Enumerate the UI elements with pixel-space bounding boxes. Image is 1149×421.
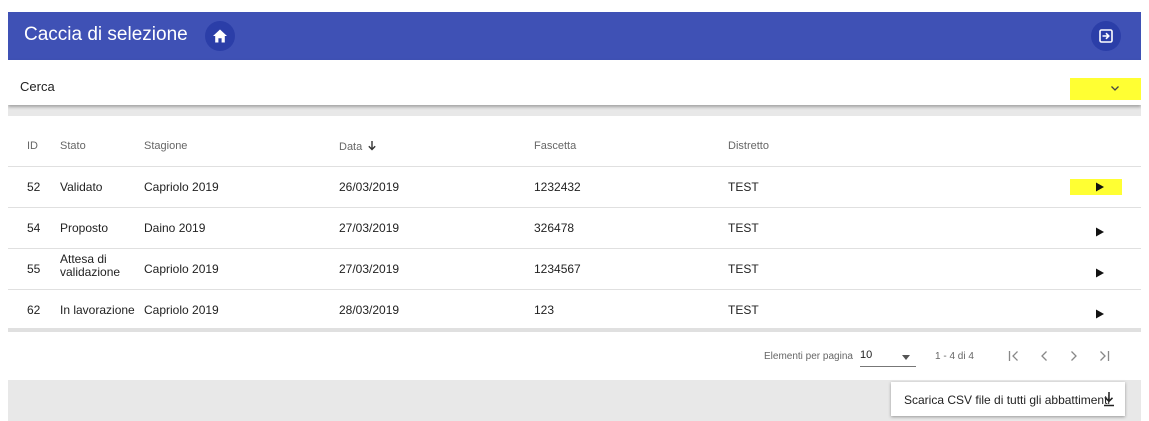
cell-stato: Attesa di validazione: [60, 253, 120, 279]
cell-fascetta: 1232432: [534, 180, 581, 194]
previous-page-icon[interactable]: [1036, 348, 1052, 364]
play-icon[interactable]: [1095, 268, 1105, 278]
app-toolbar: Caccia di selezione: [8, 12, 1141, 60]
cell-stagione: Capriolo 2019: [144, 303, 219, 317]
cell-distretto: TEST: [728, 303, 759, 317]
app-title: Caccia di selezione: [24, 24, 188, 45]
next-page-icon[interactable]: [1066, 348, 1082, 364]
cell-fascetta: 1234567: [534, 262, 581, 276]
arrow-down-icon: [368, 141, 377, 151]
chevron-down-icon[interactable]: [1108, 81, 1122, 95]
table-row[interactable]: 55 Attesa di validazione Capriolo 2019 2…: [8, 248, 1141, 289]
last-page-icon[interactable]: [1096, 348, 1112, 364]
table-row[interactable]: 62 In lavorazione Capriolo 2019 28/03/20…: [8, 289, 1141, 330]
items-per-page-label: Elementi per pagina: [764, 351, 853, 362]
cell-stagione: Daino 2019: [144, 221, 206, 235]
column-header-distretto: Distretto: [728, 140, 769, 152]
column-header-stato: Stato: [60, 140, 86, 152]
cell-stato-line-2: validazione: [60, 265, 121, 279]
cell-id: 55: [27, 262, 41, 276]
column-header-data-label: Data: [339, 141, 363, 153]
logout-icon: [1099, 29, 1113, 43]
table-row[interactable]: 52 Validato Capriolo 2019 26/03/2019 123…: [8, 166, 1141, 207]
results-table: ID Stato Stagione Data Fascetta Distrett…: [8, 116, 1141, 328]
page-size-value: 10: [860, 349, 873, 361]
column-header-fascetta: Fascetta: [534, 140, 577, 152]
table-row[interactable]: 54 Proposto Daino 2019 27/03/2019 326478…: [8, 207, 1141, 248]
search-panel[interactable]: Cerca: [8, 60, 1141, 105]
cell-stagione: Capriolo 2019: [144, 262, 219, 276]
cell-stagione: Capriolo 2019: [144, 180, 219, 194]
dropdown-arrow-icon: [902, 355, 910, 360]
column-header-data[interactable]: Data: [339, 140, 377, 153]
play-icon[interactable]: [1095, 309, 1105, 319]
cell-fascetta: 123: [534, 303, 555, 317]
cell-data: 27/03/2019: [339, 221, 400, 235]
cell-data: 26/03/2019: [339, 180, 400, 194]
cell-distretto: TEST: [728, 221, 759, 235]
page-range-label: 1 - 4 di 4: [935, 351, 974, 362]
cell-data: 28/03/2019: [339, 303, 400, 317]
download-csv-button[interactable]: Scarica CSV file di tutti gli abbattimen…: [891, 382, 1125, 416]
cell-id: 62: [27, 303, 41, 317]
cell-distretto: TEST: [728, 262, 759, 276]
cell-fascetta: 326478: [534, 221, 575, 235]
download-icon: [1104, 392, 1114, 407]
cell-id: 52: [27, 180, 41, 194]
download-csv-label: Scarica CSV file di tutti gli abbattimen…: [904, 393, 1111, 407]
home-button[interactable]: [205, 21, 235, 51]
search-label: Cerca: [20, 79, 55, 94]
cell-stato: In lavorazione: [60, 303, 135, 317]
play-icon[interactable]: [1095, 182, 1105, 192]
play-icon[interactable]: [1095, 227, 1105, 237]
app-frame: Caccia di selezione Cerca ID Stato Stagi…: [8, 12, 1141, 421]
cell-stato: Validato: [60, 180, 103, 194]
cell-data: 27/03/2019: [339, 262, 400, 276]
page-size-select[interactable]: 10: [860, 346, 916, 367]
home-icon: [213, 29, 227, 43]
cell-id: 54: [27, 221, 41, 235]
column-header-stagione: Stagione: [144, 140, 188, 152]
first-page-icon[interactable]: [1006, 348, 1022, 364]
cell-distretto: TEST: [728, 180, 759, 194]
logout-button[interactable]: [1091, 21, 1121, 51]
paginator: Elementi per pagina 10 1 - 4 di 4: [8, 328, 1141, 380]
column-header-id: ID: [27, 140, 38, 152]
chevron-highlight: [1070, 78, 1141, 100]
cell-stato: Proposto: [60, 221, 109, 235]
